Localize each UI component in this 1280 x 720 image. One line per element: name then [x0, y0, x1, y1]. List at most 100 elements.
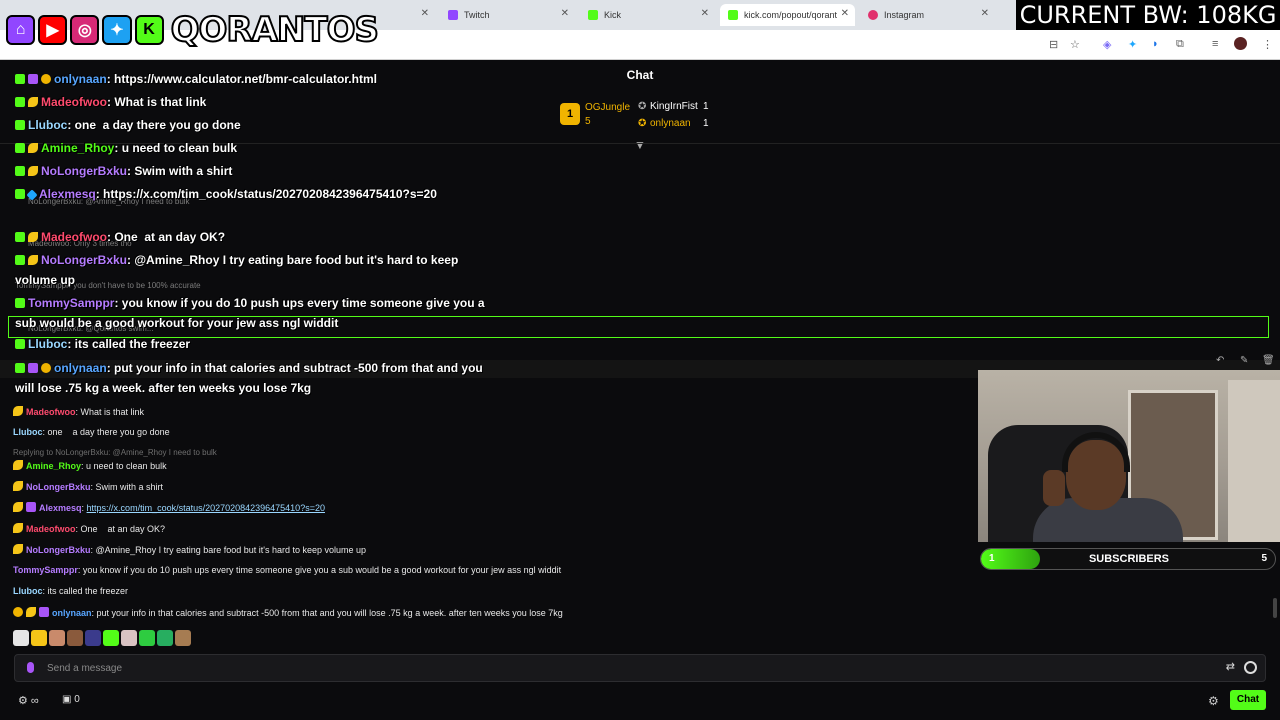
overlay-chat-line: Alexmesq: https://x.com/tim_cook/status/… — [15, 184, 485, 204]
username[interactable]: onlynaan — [54, 361, 107, 375]
chat-send-button[interactable]: Chat — [1230, 690, 1266, 710]
mic-icon[interactable] — [27, 662, 34, 673]
username[interactable]: onlynaan — [54, 72, 107, 86]
username[interactable]: NoLongerBxku — [26, 545, 91, 555]
message-text: : One at an day OK? — [107, 230, 226, 244]
extension-icon[interactable]: ✦ — [1128, 38, 1137, 51]
webcam-feed — [978, 370, 1280, 542]
username[interactable]: NoLongerBxku — [41, 253, 127, 267]
star-icon[interactable]: ☆ — [1070, 38, 1080, 51]
kick-badge-icon — [15, 363, 25, 373]
chat-message: Alexmesq: https://x.com/tim_cook/status/… — [13, 502, 325, 513]
message-text: : its called the freezer — [42, 586, 129, 596]
tab-kick-popout[interactable]: kick.com/popout/qorant ✕ — [720, 4, 855, 26]
message-link[interactable]: https://x.com/tim_cook/status/2027020842… — [87, 503, 325, 513]
reply-icon[interactable]: ↶ — [1216, 355, 1224, 366]
close-icon[interactable]: ✕ — [981, 8, 989, 19]
banana-badge-icon — [13, 406, 23, 416]
gifter-name[interactable]: onlynaan — [650, 118, 691, 129]
expand-pinned-icon[interactable]: ▼ — [634, 138, 646, 152]
username[interactable]: Madeofwoo — [41, 230, 107, 244]
username[interactable]: TommySamppr — [28, 296, 114, 310]
close-icon[interactable]: ✕ — [561, 8, 569, 19]
username[interactable]: onlynaan — [52, 608, 92, 618]
close-icon[interactable]: ✕ — [701, 8, 709, 19]
emote-icon[interactable] — [85, 630, 101, 646]
close-icon[interactable]: ✕ — [841, 8, 849, 19]
username[interactable]: Lluboc — [13, 586, 43, 596]
reply-context[interactable]: Replying to NoLongerBxku: @Amine_Rhoy I … — [13, 448, 217, 457]
emote-icon[interactable] — [67, 630, 83, 646]
top-gifters: 1 OGJungle 5 ✪ KingIrnFist 1 ✪ onlynaan … — [560, 98, 740, 138]
profile-avatar[interactable] — [1234, 37, 1247, 50]
settings-gear-icon[interactable]: ⚙ — [1208, 694, 1219, 708]
trash-icon[interactable]: 🗑 — [1262, 355, 1275, 366]
tab-instagram[interactable]: Instagram ✕ — [860, 4, 995, 26]
kebab-menu-icon[interactable]: ⋮ — [1262, 38, 1273, 51]
chat-bottom-bar: ⚙ ∞ ▣ 0 ⚙ Chat — [0, 690, 1280, 712]
message-text: : https://www.calculator.net/bmr-calcula… — [106, 72, 377, 86]
tab-twitch[interactable]: Twitch ✕ — [440, 4, 575, 26]
kick-icon — [728, 10, 738, 20]
cast-icon[interactable]: ⊟ — [1049, 38, 1058, 51]
message-text: : one a day there you go done — [42, 427, 170, 437]
kick-badge-icon — [15, 255, 25, 265]
emote-icon[interactable] — [49, 630, 65, 646]
username[interactable]: Lluboc — [28, 337, 67, 351]
emote-icon[interactable] — [13, 630, 29, 646]
banana-badge-icon — [28, 166, 38, 176]
username[interactable]: Alexmesq — [39, 503, 82, 513]
points-icon[interactable]: ⚙ ∞ — [18, 694, 39, 707]
translate-icon[interactable]: ⇄ — [1226, 660, 1235, 673]
username[interactable]: Lluboc — [13, 427, 43, 437]
tab-kick[interactable]: Kick ✕ — [580, 4, 715, 26]
emote-icon[interactable] — [31, 630, 47, 646]
username[interactable]: Madeofwoo — [26, 524, 76, 534]
gifter-name[interactable]: OGJungle — [585, 102, 630, 113]
scrollbar[interactable] — [1273, 598, 1277, 618]
close-icon[interactable]: ✕ — [421, 8, 429, 19]
emote-icon[interactable] — [175, 630, 191, 646]
emote-icon[interactable] — [139, 630, 155, 646]
username[interactable]: NoLongerBxku — [41, 164, 127, 178]
kick-badge-icon — [15, 189, 25, 199]
username[interactable]: Lluboc — [28, 118, 67, 132]
menu-list-icon[interactable]: ≡ — [1212, 38, 1218, 50]
username[interactable]: NoLongerBxku — [26, 482, 91, 492]
username[interactable]: Amine_Rhoy — [26, 461, 81, 471]
screen: Twitch ✕ Kick ✕ kick.com/popout/qorant ✕… — [0, 0, 1280, 720]
username[interactable]: Alexmesq — [39, 187, 96, 201]
kick-badge-icon — [15, 97, 25, 107]
overlay-chat-line: TommySamppr: you know if you do 10 push … — [15, 293, 485, 333]
gifter-badge-icon — [41, 363, 51, 373]
extension-icon[interactable]: ◗ — [1152, 38, 1159, 50]
brand-name: QORANTOS — [170, 9, 380, 51]
username[interactable]: Madeofwoo — [41, 95, 107, 109]
pin-icon[interactable]: ✎ — [1240, 355, 1248, 366]
emoji-icon[interactable] — [1244, 661, 1257, 674]
message-input[interactable] — [47, 660, 1197, 676]
tab-label: Twitch — [464, 10, 490, 20]
extension-icon[interactable]: ◈ — [1103, 38, 1111, 51]
twitch-icon: ⌂ — [6, 15, 36, 45]
banana-badge-icon — [26, 607, 36, 617]
overlay-chat-line: onlynaan: put your info in that calories… — [15, 358, 485, 398]
message-text: : one a day there you go done — [67, 118, 241, 132]
emote-icon[interactable] — [121, 630, 137, 646]
subscriber-label: SUBSCRIBERS — [1088, 553, 1170, 565]
overlay-chat-line: NoLongerBxku: Swim with a shirt — [15, 164, 232, 178]
gem-badge-icon — [26, 189, 38, 201]
message-input-container[interactable]: ⇄ — [14, 654, 1266, 682]
kick-badge-icon — [15, 232, 25, 242]
username[interactable]: TommySamppr — [13, 565, 78, 575]
puzzle-icon[interactable]: ⧉ — [1176, 38, 1184, 51]
emote-icon[interactable] — [157, 630, 173, 646]
medal-icon: ✪ — [638, 118, 647, 129]
username[interactable]: Amine_Rhoy — [41, 141, 114, 155]
instagram-icon: ◎ — [70, 15, 100, 45]
chat-message: Lluboc: its called the freezer — [13, 586, 128, 596]
emote-icon[interactable] — [103, 630, 119, 646]
gifter-name[interactable]: KingIrnFist — [650, 101, 698, 112]
username[interactable]: Madeofwoo — [26, 407, 76, 417]
gift-count[interactable]: ▣ 0 — [62, 694, 80, 705]
